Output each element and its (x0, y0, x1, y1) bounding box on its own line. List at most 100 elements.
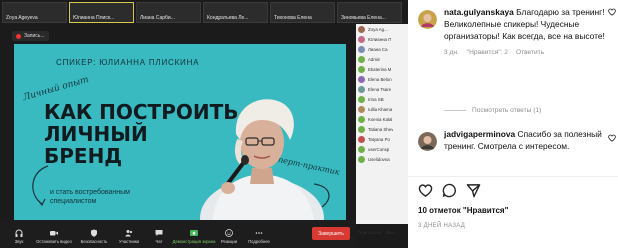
comment-time: 3 дн. (444, 49, 459, 56)
audio-label: Звук (14, 239, 24, 244)
chat-button[interactable]: Чат (144, 222, 174, 246)
divider (408, 176, 618, 177)
view-replies-label: Посмотреть ответы (1) (472, 107, 542, 114)
reactions-button[interactable]: Реакции (214, 222, 244, 246)
stop-video-button[interactable]: Остановить видео (34, 222, 74, 246)
share-screen-button[interactable]: Демонстрация экрана (172, 222, 216, 246)
invite-button[interactable]: Пригласить (358, 230, 382, 235)
participant-name: Tatyana Po (368, 136, 390, 142)
video-tile-name: Лиана Сарби... (140, 15, 175, 21)
avatar (358, 105, 365, 113)
video-tile[interactable]: Тихонова Елена (270, 2, 335, 23)
participants-label: Участники (118, 239, 139, 244)
comment-username[interactable]: nata.gulyanskaya (444, 7, 514, 17)
participant-row[interactable]: Юлианна П (356, 34, 408, 44)
participant-name: Admin (368, 56, 381, 62)
participant-row[interactable]: Tatyana Po (356, 134, 408, 144)
comment: nata.gulyanskaya Благодарю за тренинг! В… (418, 6, 614, 56)
participant-name: Юлианна П (368, 36, 392, 42)
video-tile[interactable]: Zoya Ageyeva (2, 2, 67, 23)
participant-row[interactable]: Ksenia Kalal (356, 114, 408, 124)
reactions-label: Реакции (220, 239, 238, 244)
participant-row[interactable]: Elena Belon (356, 74, 408, 84)
video-tile-name: Тихонова Елена (274, 15, 312, 21)
avatar (358, 75, 365, 83)
chat-label: Чат (155, 239, 163, 244)
participant-row[interactable]: Ekaterina M (356, 64, 408, 74)
screenshot-root: Zoya Ageyeva Юлианна Плиск... Лиана Сарб… (0, 0, 618, 248)
participant-name: Ekaterina M (368, 66, 392, 72)
avatar (358, 125, 365, 133)
shield-icon (91, 229, 97, 237)
comment-body: jadvigaperminova Спасибо за полезный тре… (444, 128, 614, 152)
view-replies-button[interactable]: Посмотреть ответы (1) (444, 107, 541, 114)
comment-like-count[interactable]: "Нравится": 2 (467, 49, 508, 56)
participants-button[interactable]: Участники (114, 222, 144, 246)
participant-name: Elena Tsare (368, 86, 392, 92)
share-screen-label: Демонстрация экрана (172, 239, 216, 244)
video-tile-name: Зиновьева Елена... (341, 15, 386, 21)
avatar (358, 25, 365, 33)
end-meeting-button[interactable]: Завершить (312, 227, 350, 240)
audio-button[interactable]: Звук (4, 222, 34, 246)
participant-name: Ksenia Kalal (368, 116, 393, 122)
share-screen-icon (190, 230, 198, 236)
video-tile[interactable]: Лиана Сарби... (136, 2, 201, 23)
video-tile[interactable]: Кондратьева Ле... (203, 2, 268, 23)
participant-row[interactable]: Irina SB (356, 94, 408, 104)
avatar (358, 65, 365, 73)
participant-name: Zoya Ag... (368, 26, 388, 32)
participant-row[interactable]: userConsp (356, 144, 408, 154)
participants-panel: Zoya Ag... Юлианна П Лиана Са Admin Ekat… (356, 24, 408, 224)
share-icon[interactable] (466, 183, 481, 198)
recording-label: Запись... (24, 33, 45, 39)
post-actions (418, 183, 481, 198)
avatar (358, 145, 365, 153)
smile-icon (225, 229, 233, 237)
reply-button[interactable]: Ответить (516, 49, 544, 56)
participant-name: userConsp (368, 146, 390, 152)
comment-icon[interactable] (442, 183, 457, 198)
comment-username[interactable]: jadvigaperminova (444, 129, 515, 139)
slide-subtitle: и стать востребованным специалистом (50, 189, 130, 205)
comment-body: nata.gulyanskaya Благодарю за тренинг! В… (444, 6, 614, 42)
more-icon (255, 232, 263, 234)
avatar (358, 95, 365, 103)
avatar (358, 85, 365, 93)
participant-row[interactable]: Elena Tsare (356, 84, 408, 94)
participant-row[interactable]: Лиана Са (356, 44, 408, 54)
heart-icon[interactable] (608, 134, 616, 142)
mute-all-button[interactable]: Вык... (386, 230, 398, 235)
participant-row[interactable]: Uselidovna (356, 154, 408, 164)
participant-row[interactable]: Admin (356, 54, 408, 64)
security-button[interactable]: Безопасность (74, 222, 114, 246)
participant-name: Tatiana Shev (368, 126, 394, 132)
heart-icon[interactable] (608, 8, 616, 16)
participant-row[interactable]: Iullia Khama (356, 104, 408, 114)
comment-meta: 3 дн. "Нравится": 2 Ответить (444, 49, 614, 56)
participant-name: Elena Belon (368, 76, 392, 82)
participant-row[interactable]: Zoya Ag... (356, 24, 408, 34)
likes-count[interactable]: 10 отметок "Нравится" (418, 206, 508, 215)
speaker-photo (200, 99, 324, 221)
video-tile[interactable]: Зиновьева Елена... (337, 2, 402, 23)
avatar (358, 155, 365, 163)
avatar[interactable] (418, 132, 437, 151)
recording-indicator[interactable]: Запись... (12, 31, 49, 41)
avatar (358, 115, 365, 123)
more-label: Подробнее (248, 239, 270, 244)
post-time: 3 ДНЕЙ НАЗАД (418, 223, 466, 229)
participant-name: Irina SB (368, 96, 384, 102)
avatar[interactable] (418, 10, 437, 29)
participant-row[interactable]: Tatiana Shev (356, 124, 408, 134)
more-button[interactable]: Подробнее (244, 222, 274, 246)
video-tile-active[interactable]: Юлианна Плиск... (69, 2, 134, 23)
slide-speaker-line: СПИКЕР: ЮЛИАННА ПЛИСКИНА (56, 58, 200, 67)
comment: jadvigaperminova Спасибо за полезный тре… (418, 128, 614, 152)
slide-handwritten-note: Личный опыт (21, 74, 90, 104)
chat-icon (155, 230, 163, 236)
heart-icon[interactable] (418, 183, 433, 198)
participants-panel-footer: Пригласить Вык... (356, 228, 408, 237)
replies-divider (444, 110, 466, 111)
video-tile-name: Юлианна Плиск... (73, 15, 115, 21)
